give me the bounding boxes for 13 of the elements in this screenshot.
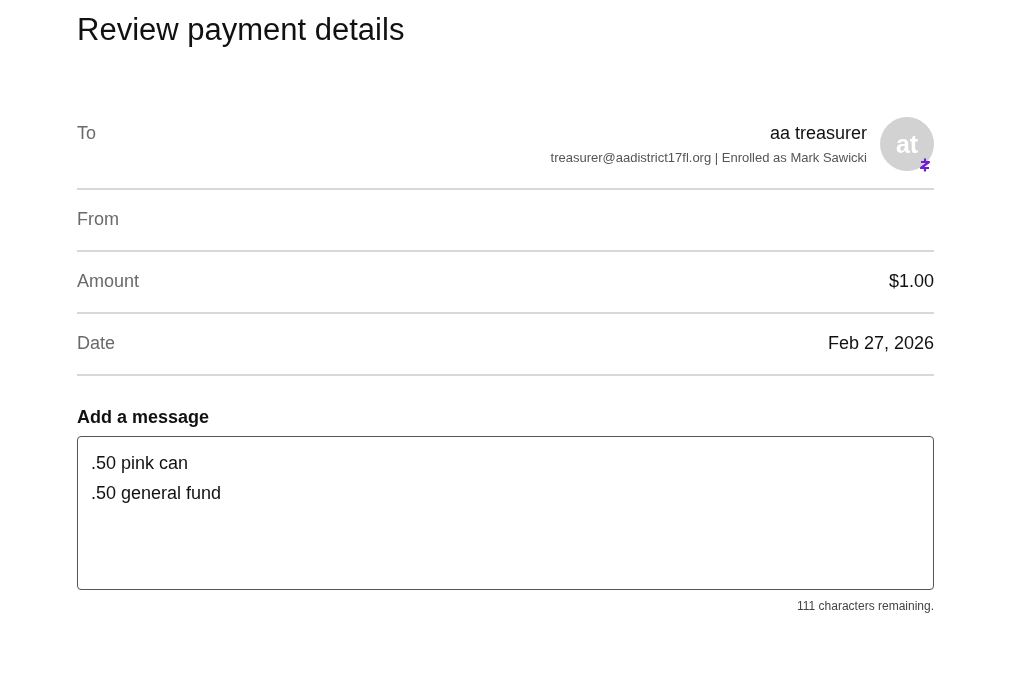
field-label: Amount <box>77 270 140 292</box>
field-label: Date <box>77 332 116 354</box>
zigzag-logo-icon <box>919 158 931 172</box>
field-value: Feb 27, 2026 <box>827 332 934 354</box>
recipient-details: treasurer@aadistrict17fl.org | Enrolled as Mark Sawicki <box>550 150 867 166</box>
recipient-name: aa treasurer <box>769 122 867 144</box>
character-counter: 111 characters remaining. <box>796 599 934 613</box>
message-label: Add a message <box>77 406 211 428</box>
message-input[interactable]: .50 pink can .50 general fund <box>77 436 934 590</box>
field-value: $1.00 <box>888 270 934 292</box>
field-label: From <box>77 208 119 230</box>
field-label: To <box>77 122 96 144</box>
page-title: Review payment details <box>77 11 406 48</box>
